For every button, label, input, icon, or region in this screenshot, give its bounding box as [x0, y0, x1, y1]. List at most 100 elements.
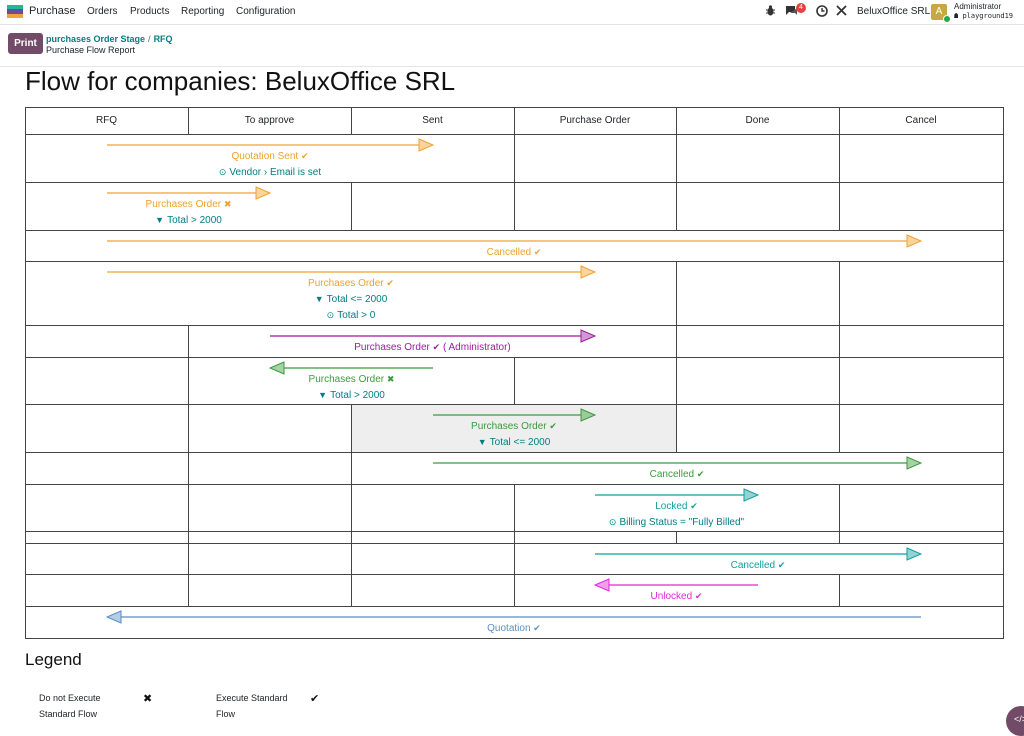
flow-condition: ⊙ Total > 0 — [327, 310, 376, 321]
flow-label-text: Cancelled — [730, 560, 776, 571]
cross-icon: ✖ — [223, 199, 232, 209]
legend-title: Legend — [25, 650, 82, 669]
code-view-button[interactable]: </> — [1006, 706, 1024, 736]
tools-icon[interactable] — [836, 5, 847, 18]
menu-orders[interactable]: Orders — [87, 6, 118, 17]
flow-label-text: Quotation Sent — [231, 151, 299, 162]
flow-label: Purchases Order ✔ — [308, 278, 394, 289]
flow-condition-text: Total <= 2000 — [489, 437, 551, 448]
flow-label: Locked ✔ — [655, 501, 698, 512]
flow-label-text: Purchases Order — [308, 278, 384, 289]
flow-label: Cancelled ✔ — [731, 560, 786, 571]
flow-label-text: Quotation — [487, 623, 531, 634]
flow-label: Cancelled ✔ — [487, 247, 542, 258]
check-icon: ✔ — [690, 501, 698, 511]
page-title: Flow for companies: BeluxOffice SRL — [25, 66, 456, 96]
flow-label: Cancelled ✔ — [650, 469, 705, 480]
flow-arrow-head — [593, 578, 610, 592]
flow-label-text: Purchases Order — [354, 342, 430, 353]
breadcrumb-rfq-link[interactable]: RFQ — [154, 34, 173, 44]
filter-icon: ▼ — [318, 390, 328, 400]
flow-condition-text: Total > 0 — [337, 310, 376, 321]
legend-label-line2: Flow — [216, 709, 236, 719]
flow-arrow-head — [105, 610, 122, 624]
flow-condition-text: Total > 2000 — [330, 390, 385, 401]
cross-icon: ✖ — [386, 374, 395, 384]
check-circle-icon: ⊙ — [326, 310, 335, 320]
flow-label: Quotation ✔ — [487, 623, 541, 634]
check-circle-icon: ⊙ — [218, 167, 227, 177]
legend-label-line2: Standard Flow — [39, 709, 98, 719]
activity-clock-icon[interactable] — [816, 5, 828, 19]
bug-icon[interactable] — [766, 5, 775, 18]
flow-arrow-head — [418, 138, 435, 152]
flow-label-text: Purchases Order — [471, 421, 547, 432]
online-status-dot — [943, 15, 951, 23]
legend-execute-standard: Execute Standard Flow — [216, 690, 288, 722]
check-icon: ✔ — [777, 560, 786, 570]
breadcrumb-separator: / — [148, 34, 151, 44]
flow-label: Purchases Order ✖ — [309, 374, 395, 385]
legend-label-line1: Do not Execute — [39, 693, 101, 703]
flow-label: Unlocked ✔ — [650, 591, 702, 602]
flow-arrow-head — [255, 186, 272, 200]
check-icon: ✔ — [694, 591, 703, 601]
flow-arrows — [105, 138, 923, 624]
flow-condition-text: Billing Status = "Fully Billed" — [619, 517, 745, 528]
flow-arrow-head — [906, 456, 923, 470]
flow-condition-text: Total > 2000 — [167, 215, 222, 226]
flow-label-text: Unlocked — [650, 591, 693, 602]
database-icon: ☗ — [954, 12, 959, 20]
check-icon: ✔ — [549, 421, 557, 431]
filter-icon: ▼ — [314, 294, 324, 304]
flow-label-text: Cancelled — [649, 469, 695, 480]
legend-do-not-execute: Do not Execute Standard Flow — [39, 690, 101, 722]
flow-arrow-head — [743, 488, 760, 502]
page-subtitle: Purchase Flow Report — [46, 45, 136, 55]
menu-configuration[interactable]: Configuration — [236, 6, 295, 17]
cross-icon: ✖ — [143, 693, 153, 705]
breadcrumb-stage-link[interactable]: purchases Order Stage — [46, 34, 145, 44]
flow-label-text: Cancelled — [486, 247, 532, 258]
flow-label-text: Locked — [655, 501, 688, 512]
flow-label-text: Purchases Order — [145, 199, 222, 210]
flow-table: RFQ To approve Sent Purchase Order Done Cance… — [25, 107, 1004, 639]
flow-label: Purchases Order ✔ ( Administrator) — [354, 342, 511, 353]
filter-icon: ▼ — [477, 437, 487, 447]
database-name: ☗ playground19 — [954, 12, 1013, 20]
user-name[interactable]: Administrator — [954, 2, 1001, 11]
flow-label-text: Purchases Order — [308, 374, 385, 385]
database-label: playground19 — [962, 12, 1014, 20]
check-icon: ✔ — [300, 151, 309, 161]
print-button[interactable]: Print — [8, 33, 43, 54]
flow-condition: ▼ Total <= 2000 — [315, 294, 388, 305]
purchase-app-icon[interactable] — [7, 5, 23, 18]
check-icon: ✔ — [533, 623, 541, 633]
check-icon: ✔ — [432, 342, 441, 352]
check-icon: ✔ — [386, 278, 394, 288]
menu-reporting[interactable]: Reporting — [181, 6, 224, 17]
breadcrumb: purchases Order Stage / RFQ — [46, 34, 173, 44]
flow-condition: ⊙ Billing Status = "Fully Billed" — [609, 517, 744, 528]
app-name[interactable]: Purchase — [29, 5, 75, 17]
top-navbar: Purchase Orders Products Reporting Confi… — [0, 0, 1024, 25]
flow-condition: ▼ Total <= 2000 — [478, 437, 551, 448]
flow-condition: ▼ Total > 2000 — [318, 390, 385, 401]
company-switcher[interactable]: BeluxOffice SRL — [857, 6, 930, 17]
flow-arrow-head — [268, 361, 285, 375]
check-icon: ✔ — [696, 469, 705, 479]
message-count-badge: 4 — [796, 3, 806, 13]
flow-arrow-head — [580, 408, 597, 422]
flow-condition-text: Total <= 2000 — [326, 294, 388, 305]
flow-arrow-head — [580, 265, 597, 279]
flow-condition: ⊙ Vendor › Email is set — [219, 167, 321, 178]
flow-arrow-head — [580, 329, 597, 343]
flow-arrow-head — [906, 234, 923, 248]
flow-condition: ▼ Total > 2000 — [155, 215, 222, 226]
check-icon: ✔ — [310, 693, 320, 705]
check-circle-icon: ⊙ — [608, 517, 617, 527]
flow-label: Purchases Order ✖ — [146, 199, 232, 210]
flow-condition-text: Vendor › Email is set — [229, 167, 322, 178]
flow-arrow-head — [906, 547, 923, 561]
menu-products[interactable]: Products — [130, 6, 169, 17]
